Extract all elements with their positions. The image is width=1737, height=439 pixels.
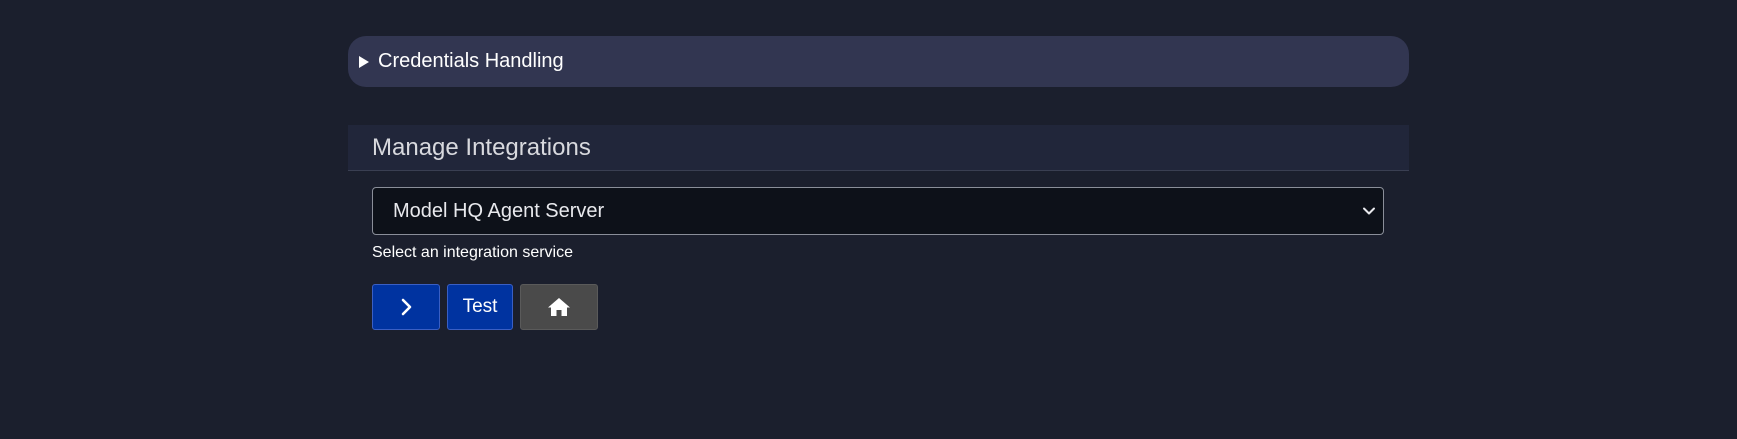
- home-button[interactable]: [520, 284, 598, 330]
- credentials-handling-label: Credentials Handling: [378, 50, 564, 72]
- chevron-right-icon: [401, 298, 412, 316]
- section-title: Manage Integrations: [372, 133, 591, 161]
- home-icon: [548, 298, 570, 316]
- main-container: Credentials Handling Manage Integrations…: [348, 36, 1409, 330]
- manage-integrations-section: Manage Integrations Model HQ Agent Serve…: [348, 125, 1409, 330]
- integration-select-value: Model HQ Agent Server: [393, 199, 605, 222]
- triangle-right-icon: [359, 55, 369, 68]
- section-header: Manage Integrations: [348, 125, 1409, 171]
- test-button[interactable]: Test: [447, 284, 513, 330]
- credentials-handling-toggle[interactable]: Credentials Handling: [348, 36, 1409, 87]
- next-button[interactable]: [372, 284, 440, 330]
- action-buttons: Test: [372, 284, 1409, 330]
- chevron-down-icon: [1361, 203, 1377, 219]
- integration-help-text: Select an integration service: [372, 244, 573, 261]
- integration-select[interactable]: Model HQ Agent Server: [372, 187, 1384, 235]
- section-body: Model HQ Agent Server Select an integrat…: [348, 171, 1409, 330]
